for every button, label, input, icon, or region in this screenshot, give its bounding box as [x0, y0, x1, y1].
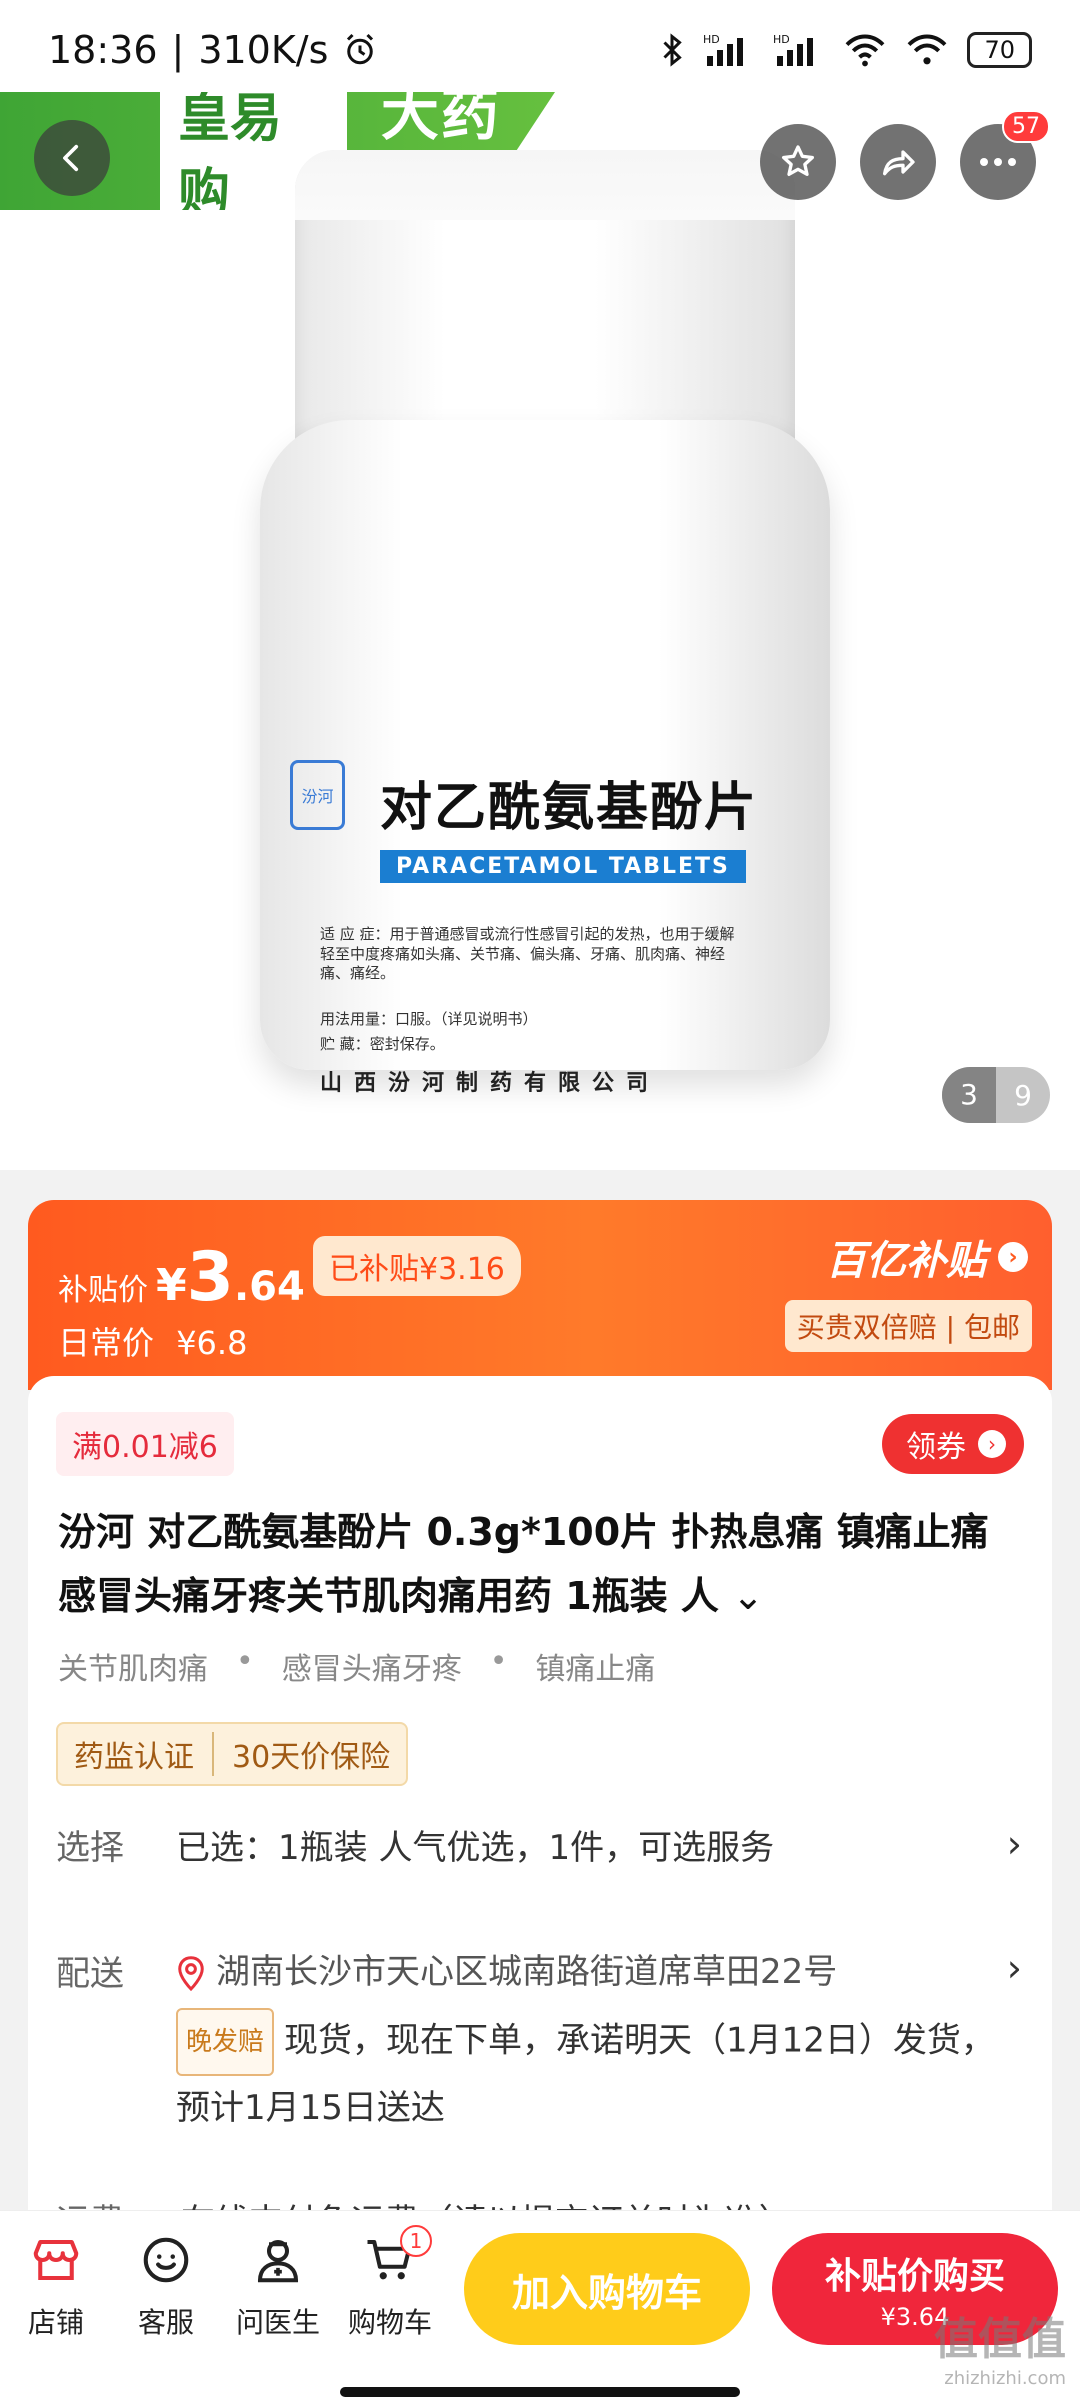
signal-icon: HD — [703, 33, 744, 66]
cart-label: 购物车 — [347, 2306, 432, 2339]
label-indication: 适 应 症：用于普通感冒或流行性感冒引起的发热，也用于缓解轻至中度疼痛如头痛、关… — [320, 925, 735, 982]
wifi-icon — [846, 34, 885, 67]
cart-nav-button[interactable]: 1 购物车 — [340, 2225, 440, 2341]
location-pin-icon — [178, 1955, 204, 1991]
get-coupon-button[interactable]: 领券 › — [882, 1414, 1024, 1474]
chevron-right-icon: › — [998, 1242, 1028, 1272]
tag-item: 镇痛止痛 — [535, 1652, 656, 1687]
tag-item: 关节肌肉痛 — [58, 1652, 208, 1687]
label-usage: 用法用量：口服。（详见说明书） — [320, 1010, 538, 1028]
back-button[interactable] — [34, 120, 110, 196]
svg-text:HD: HD — [773, 33, 790, 46]
image-pager: 3 9 — [942, 1067, 1050, 1123]
tag-separator: • — [236, 1644, 254, 1679]
ask-doctor-button[interactable]: 问医生 — [228, 2233, 328, 2341]
subsidy-price-banner[interactable]: 补贴价 ¥ 3 .64 已补贴¥3.16 日常价 ¥6.8 百亿补贴 › 买贵双… — [28, 1200, 1052, 1390]
price-decimal: .64 — [233, 1264, 305, 1310]
billion-subsidy-title[interactable]: 百亿补贴 › — [826, 1228, 1028, 1286]
store-icon — [33, 2239, 79, 2281]
price-currency: ¥ — [156, 1260, 187, 1311]
cart-count-badge: 1 — [400, 2225, 432, 2257]
more-button[interactable]: 57 — [960, 110, 1050, 200]
customer-service-button[interactable]: 客服 — [116, 2233, 216, 2341]
chevron-right-icon: › — [978, 1430, 1006, 1458]
product-info-card: 满0.01减6 领券 › 汾河 对乙酰氨基酚片 0.3g*100片 扑热息痛 镇… — [28, 1376, 1052, 2242]
battery-indicator: 70 — [967, 32, 1032, 68]
regular-price: 日常价 ¥6.8 — [58, 1318, 247, 1364]
subsidy-price: 补贴价 ¥ 3 .64 — [58, 1238, 305, 1317]
cert-price-protection: 30天价保险 — [232, 1740, 391, 1775]
expand-chevron-icon[interactable]: ⌄ — [732, 1574, 764, 1618]
subsidy-price-label: 补贴价 — [58, 1273, 148, 1308]
more-dots-icon — [980, 158, 1016, 166]
cert-divider — [212, 1732, 214, 1776]
delivery-address[interactable]: 湖南长沙市天心区城南路街道席草田22号 — [176, 1944, 837, 1993]
billion-subsidy-text: 百亿补贴 — [826, 1238, 986, 1284]
bluetooth-icon — [663, 33, 683, 67]
delivery-detail: 晚发赔 现货，现在下单，承诺明天（1月12日）发货，预计1月15日送达 — [176, 2008, 1016, 2140]
share-icon — [883, 150, 915, 176]
label-company: 山西汾河制药有限公司 — [320, 1071, 661, 1096]
subsidy-amount-tag: 已补贴¥3.16 — [313, 1236, 521, 1296]
brand-seal-icon: 汾河 — [290, 760, 345, 830]
get-coupon-label: 领券 — [906, 1430, 966, 1465]
coupon-tag: 满0.01减6 — [56, 1412, 234, 1476]
guarantee-pill: 买贵双倍赔 | 包邮 — [784, 1300, 1032, 1352]
status-bar: 18:36 | 310K/s HD HD 70 — [0, 0, 1080, 100]
delivery-row-label: 配送 — [56, 1954, 124, 1994]
share-button[interactable] — [860, 124, 936, 200]
status-speed: 310K/s — [198, 28, 329, 72]
regular-price-value: ¥6.8 — [176, 1324, 248, 1362]
label-english: PARACETAMOL TABLETS — [380, 850, 746, 883]
tag-item: 感冒头痛牙疼 — [281, 1652, 462, 1687]
status-time: 18:36 — [48, 28, 158, 72]
doctor-icon — [257, 2239, 299, 2283]
pager-current: 3 — [942, 1067, 996, 1123]
alarm-icon — [347, 33, 374, 65]
signal-icon-2: HD — [773, 33, 814, 66]
status-separator: | — [171, 28, 185, 72]
star-icon — [782, 145, 814, 176]
delivery-address-text: 湖南长沙市天心区城南路街道席草田22号 — [216, 1952, 838, 1992]
product-bottle-image: 汾河 对乙酰氨基酚片 PARACETAMOL TABLETS 适 应 症：用于普… — [260, 150, 830, 1096]
select-row-value[interactable]: 已选：1瓶装 人气优选，1件，可选服务 — [176, 1820, 774, 1869]
product-title[interactable]: 汾河 对乙酰氨基酚片 0.3g*100片 扑热息痛 镇痛止痛 感冒头痛牙疼关节肌… — [58, 1500, 1038, 1628]
price-integer: 3 — [186, 1238, 234, 1317]
product-title-text: 汾河 对乙酰氨基酚片 0.3g*100片 扑热息痛 镇痛止痛 感冒头痛牙疼关节肌… — [58, 1510, 989, 1618]
store-label: 店铺 — [27, 2306, 84, 2339]
select-row-label: 选择 — [56, 1828, 124, 1868]
favorite-button[interactable] — [760, 124, 836, 200]
select-chevron-icon[interactable]: › — [1007, 1822, 1022, 1866]
product-tags: 关节肌肉痛 • 感冒头痛牙疼 • 镇痛止痛 — [58, 1644, 655, 1688]
customer-service-label: 客服 — [137, 2306, 194, 2339]
pager-total: 9 — [1014, 1078, 1032, 1112]
hotspot-icon — [908, 34, 947, 65]
product-page: 皇易购 大药房 汾河 对乙酰氨基酚片 PARACETAMOL TABLETS 适… — [0, 0, 1080, 2400]
watermark-sub: zhizhizhi.com — [944, 2368, 1066, 2389]
certification-badges[interactable]: 药监认证 30天价保险 — [56, 1722, 409, 1786]
regular-price-label: 日常价 — [58, 1324, 155, 1362]
back-arrow-icon — [63, 144, 79, 172]
cert-drug-authority: 药监认证 — [74, 1740, 194, 1775]
bottom-action-bar: 店铺 客服 问医生 1 购物车 加入购物车 补贴价购买 ¥3.64 — [0, 2210, 1080, 2400]
label-storage: 贮 藏：密封保存。 — [320, 1035, 445, 1053]
buy-now-label: 补贴价购买 — [824, 2256, 1005, 2297]
home-indicator[interactable] — [340, 2387, 740, 2397]
ask-doctor-label: 问医生 — [235, 2306, 320, 2339]
site-watermark: 值值值 zhizhizhi.com — [934, 2318, 1066, 2388]
late-delivery-compensation-tag: 晚发赔 — [176, 2008, 275, 2076]
bottle-body: 汾河 对乙酰氨基酚片 PARACETAMOL TABLETS 适 应 症：用于普… — [260, 420, 830, 1096]
bottle-cap — [295, 150, 795, 450]
label-title: 对乙酰氨基酚片 — [380, 778, 759, 838]
delivery-chevron-icon[interactable]: › — [1007, 1946, 1022, 1990]
chat-smile-icon — [143, 2237, 189, 2283]
watermark-main: 值值值 — [934, 2314, 1066, 2365]
add-to-cart-button[interactable]: 加入购物车 — [464, 2233, 750, 2345]
svg-text:HD: HD — [703, 33, 720, 46]
notification-badge: 57 — [1002, 110, 1050, 143]
store-nav-button[interactable]: 店铺 — [6, 2233, 106, 2341]
delivery-detail-text: 现货，现在下单，承诺明天（1月12日）发货，预计1月15日送达 — [176, 2020, 995, 2129]
tag-separator: • — [489, 1644, 508, 1679]
